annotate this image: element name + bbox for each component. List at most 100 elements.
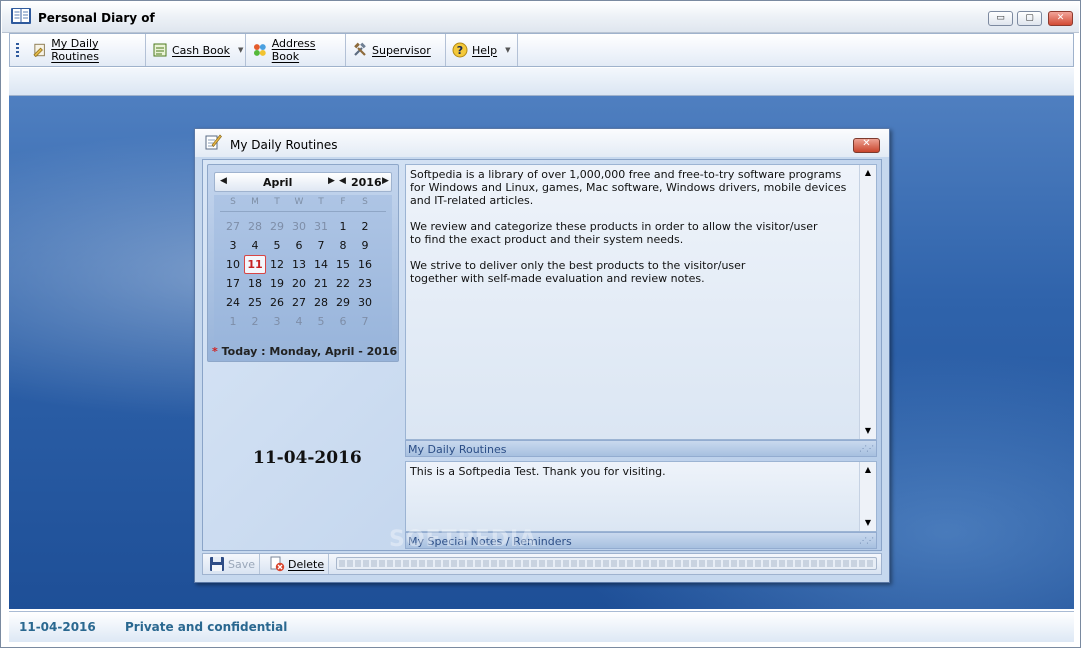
diary-book-icon <box>11 8 31 24</box>
minimize-icon: ▭ <box>996 13 1005 23</box>
calendar-day[interactable]: 26 <box>266 293 288 312</box>
calendar-day[interactable]: 18 <box>244 274 266 293</box>
dialog-title-bar[interactable]: My Daily Routines ✕ <box>195 129 889 157</box>
delete-label: Delete <box>288 557 325 571</box>
menu-address-book[interactable]: Address Book <box>246 34 346 66</box>
scroll-up-arrow-icon[interactable]: ▲ <box>860 462 876 478</box>
calendar-header: ◀ April ▶ ◀ 2016 ▶ <box>214 172 392 192</box>
calendar-day[interactable]: 24 <box>222 293 244 312</box>
prev-year-arrow-icon[interactable]: ◀ <box>339 176 346 186</box>
minimize-button[interactable]: ▭ <box>988 11 1013 26</box>
calendar-day[interactable]: 1 <box>332 217 354 236</box>
routines-text[interactable]: Softpedia is a library of over 1,000,000… <box>410 168 846 285</box>
calendar-day[interactable]: 8 <box>332 236 354 255</box>
calendar-day-of-week: S <box>362 197 368 207</box>
notes-textarea[interactable]: This is a Softpedia Test. Thank you for … <box>405 461 877 532</box>
delete-document-icon <box>270 556 285 572</box>
calendar-day[interactable]: 9 <box>354 236 376 255</box>
close-button[interactable]: ✕ <box>1048 11 1073 26</box>
status-bar: 11-04-2016 Private and confidential <box>9 611 1074 642</box>
menu-label: Supervisor <box>372 43 431 57</box>
calendar-day[interactable]: 3 <box>222 236 244 255</box>
svg-text:?: ? <box>457 44 463 57</box>
calendar-day[interactable]: 3 <box>266 312 288 331</box>
today-text: Today : Monday, April - 2016 <box>221 345 398 358</box>
calendar-day[interactable]: 2 <box>244 312 266 331</box>
close-icon: ✕ <box>1056 13 1065 23</box>
menu-my-daily-routines[interactable]: My Daily Routines <box>26 34 146 66</box>
calendar-day-of-week: S <box>230 197 236 207</box>
calendar-day-of-week: T <box>318 197 324 207</box>
calendar-day[interactable]: 29 <box>266 217 288 236</box>
calendar-day[interactable]: 5 <box>266 236 288 255</box>
calendar-day[interactable]: 27 <box>222 217 244 236</box>
notes-text[interactable]: This is a Softpedia Test. Thank you for … <box>410 465 666 478</box>
resize-grip-icon[interactable]: ⋰⋰ <box>859 444 874 453</box>
calendar-day[interactable]: 29 <box>332 293 354 312</box>
calendar-day[interactable]: 7 <box>310 236 332 255</box>
today-label[interactable]: * Today : Monday, April - 2016 <box>212 345 397 358</box>
menu-supervisor[interactable]: Supervisor <box>346 34 446 66</box>
softpedia-watermark: SOFTPEDIA <box>389 527 538 552</box>
calendar-day[interactable]: 4 <box>288 312 310 331</box>
scroll-down-arrow-icon[interactable]: ▼ <box>860 423 876 439</box>
routines-scrollbar[interactable]: ▲ ▼ <box>859 165 876 439</box>
chevron-down-icon[interactable]: ▼ <box>505 46 510 54</box>
floppy-disk-icon <box>210 557 224 571</box>
calendar-day[interactable]: 10 <box>222 255 244 274</box>
calendar-day[interactable]: 20 <box>288 274 310 293</box>
calendar-day[interactable]: 15 <box>332 255 354 274</box>
menu-label: My Daily Routines <box>51 37 99 63</box>
calendar-day[interactable]: 2 <box>354 217 376 236</box>
selected-date: 11-04-2016 <box>253 448 362 468</box>
calendar: ◀ April ▶ ◀ 2016 ▶ S M T W T F S 27 28 29 30 31 1 2 3 4… <box>207 164 399 362</box>
calendar-day[interactable]: 22 <box>332 274 354 293</box>
calendar-day[interactable]: 19 <box>266 274 288 293</box>
menu-cash-book[interactable]: Cash Book ▼ <box>146 34 246 66</box>
next-year-arrow-icon[interactable]: ▶ <box>382 176 389 186</box>
menu-label: Address Book <box>271 37 316 63</box>
dialog-close-button[interactable]: ✕ <box>853 138 880 153</box>
scroll-up-arrow-icon[interactable]: ▲ <box>860 165 876 181</box>
help-icon: ? <box>452 42 468 58</box>
calendar-day[interactable]: 30 <box>288 217 310 236</box>
calendar-day[interactable]: 7 <box>354 312 376 331</box>
routines-textarea[interactable]: Softpedia is a library of over 1,000,000… <box>405 164 877 440</box>
calendar-day[interactable]: 5 <box>310 312 332 331</box>
calendar-day[interactable]: 6 <box>288 236 310 255</box>
close-icon: ✕ <box>862 138 871 149</box>
calendar-day[interactable]: 30 <box>354 293 376 312</box>
calendar-day[interactable]: 28 <box>244 217 266 236</box>
calendar-day[interactable]: 27 <box>288 293 310 312</box>
delete-button[interactable]: Delete <box>265 554 330 574</box>
calendar-day[interactable]: 12 <box>266 255 288 274</box>
resize-grip-icon[interactable]: ⋰⋰ <box>859 536 874 545</box>
save-button[interactable]: Save <box>205 554 261 574</box>
calendar-day[interactable]: 16 <box>354 255 376 274</box>
scroll-down-arrow-icon[interactable]: ▼ <box>860 515 876 531</box>
calendar-day[interactable]: 17 <box>222 274 244 293</box>
maximize-button[interactable]: ▢ <box>1017 11 1042 26</box>
calendar-day[interactable]: 23 <box>354 274 376 293</box>
calendar-day[interactable]: 6 <box>332 312 354 331</box>
calendar-day[interactable]: 21 <box>310 274 332 293</box>
calendar-day[interactable]: 1 <box>222 312 244 331</box>
prev-month-arrow-icon[interactable]: ◀ <box>220 176 227 186</box>
toolbar-grip-handle[interactable] <box>16 43 19 58</box>
notes-scrollbar[interactable]: ▲ ▼ <box>859 462 876 531</box>
next-month-arrow-icon[interactable]: ▶ <box>328 176 335 186</box>
calendar-day-of-week: M <box>251 197 259 207</box>
calendar-day[interactable]: 13 <box>288 255 310 274</box>
menu-help[interactable]: ? Help ▼ <box>446 34 518 66</box>
calendar-day[interactable]: 11 <box>244 255 266 274</box>
calendar-day[interactable]: 25 <box>244 293 266 312</box>
pane-label-text: My Daily Routines <box>408 443 507 456</box>
calendar-day[interactable]: 14 <box>310 255 332 274</box>
chevron-down-icon[interactable]: ▼ <box>238 46 243 54</box>
calendar-day[interactable]: 4 <box>244 236 266 255</box>
window-title: Personal Diary of <box>38 11 155 25</box>
calendar-month: April <box>263 176 293 189</box>
calendar-day[interactable]: 28 <box>310 293 332 312</box>
routines-pane-label: My Daily Routines ⋰⋰ <box>405 440 877 457</box>
calendar-day[interactable]: 31 <box>310 217 332 236</box>
